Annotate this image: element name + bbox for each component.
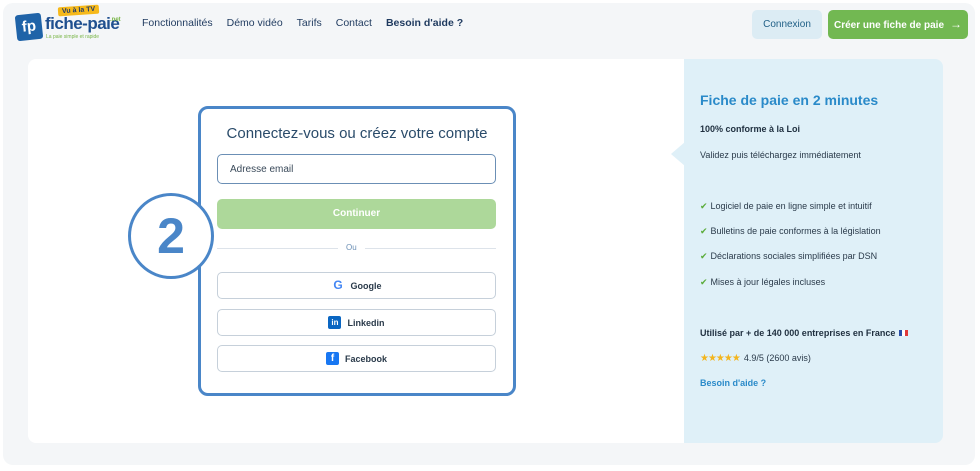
logo-badge: fp: [14, 12, 44, 42]
help-link[interactable]: Besoin d'aide ?: [700, 378, 766, 388]
sidebar-subtitle: 100% conforme à la Loi: [700, 124, 801, 134]
create-payslip-label: Créer une fiche de paie: [833, 20, 945, 31]
facebook-label: Facebook: [344, 353, 387, 364]
nav-pricing[interactable]: Tarifs: [297, 17, 322, 29]
check-icon: ✔: [700, 251, 708, 261]
login-button[interactable]: Connexion: [752, 10, 822, 39]
usage-stat: Utilisé par + de 140 000 entreprises en …: [700, 328, 909, 338]
feature-item: ✔ Logiciel de paie en ligne simple et int…: [700, 201, 872, 212]
facebook-login-button[interactable]: f Facebook: [217, 345, 496, 372]
nav-demo-video[interactable]: Démo vidéo: [227, 17, 283, 29]
arrow-right-icon: →: [950, 17, 963, 31]
rating: ★★★★★ 4.9/5 (2600 avis): [700, 353, 811, 364]
feature-label: Mises à jour légales incluses: [710, 277, 826, 287]
step-number-badge: 2: [128, 193, 214, 279]
google-login-button[interactable]: G Google: [217, 272, 496, 299]
logo-name: fiche-paie: [45, 14, 120, 33]
or-separator: Ou: [338, 243, 365, 252]
continue-button[interactable]: Continuer: [217, 199, 496, 229]
google-icon: G: [331, 278, 345, 292]
nav-features[interactable]: Fonctionnalités: [142, 17, 213, 29]
feature-label: Bulletins de paie conformes à la législa…: [710, 226, 881, 236]
sidebar-notch: [671, 142, 685, 166]
sidebar-title: Fiche de paie en 2 minutes: [700, 92, 879, 108]
google-label: Google: [350, 280, 382, 291]
check-icon: ✔: [700, 226, 708, 236]
facebook-icon: f: [325, 352, 339, 365]
linkedin-label: Linkedin: [347, 317, 385, 328]
site-logo[interactable]: fp Vu à la TV fiche-paie .net La paie si…: [14, 4, 124, 44]
feature-item: ✔ Mises à jour légales incluses: [700, 277, 825, 288]
usage-stat-text: Utilisé par + de 140 000 entreprises en …: [700, 328, 896, 338]
login-title: Connectez-vous ou créez votre compte: [226, 125, 488, 142]
feature-item: ✔ Déclarations sociales simplifiées par D…: [700, 251, 877, 262]
email-field[interactable]: [217, 154, 496, 184]
feature-label: Déclarations sociales simplifiées par DS…: [710, 251, 878, 261]
nav-help[interactable]: Besoin d'aide ?: [386, 17, 463, 29]
main-nav: Fonctionnalités Démo vidéo Tarifs Contac…: [142, 17, 463, 29]
check-icon: ✔: [700, 201, 708, 211]
stars-icon: ★★★★★: [700, 353, 741, 364]
linkedin-icon: in: [328, 316, 342, 329]
france-flag-icon: [899, 330, 909, 336]
sidebar-description: Validez puis téléchargez immédiatement: [700, 150, 861, 160]
create-payslip-button[interactable]: Créer une fiche de paie →: [828, 10, 968, 39]
logo-suffix: .net: [110, 17, 121, 23]
linkedin-login-button[interactable]: in Linkedin: [217, 309, 496, 336]
logo-tagline: La paie simple et rapide: [46, 34, 100, 40]
feature-item: ✔ Bulletins de paie conformes à la législ…: [700, 226, 881, 237]
login-card: Connectez-vous ou créez votre compte Con…: [198, 106, 516, 396]
feature-label: Logiciel de paie en ligne simple et intu…: [710, 201, 872, 211]
check-icon: ✔: [700, 277, 708, 287]
rating-text: 4.9/5 (2600 avis): [743, 353, 811, 363]
nav-contact[interactable]: Contact: [336, 17, 372, 29]
